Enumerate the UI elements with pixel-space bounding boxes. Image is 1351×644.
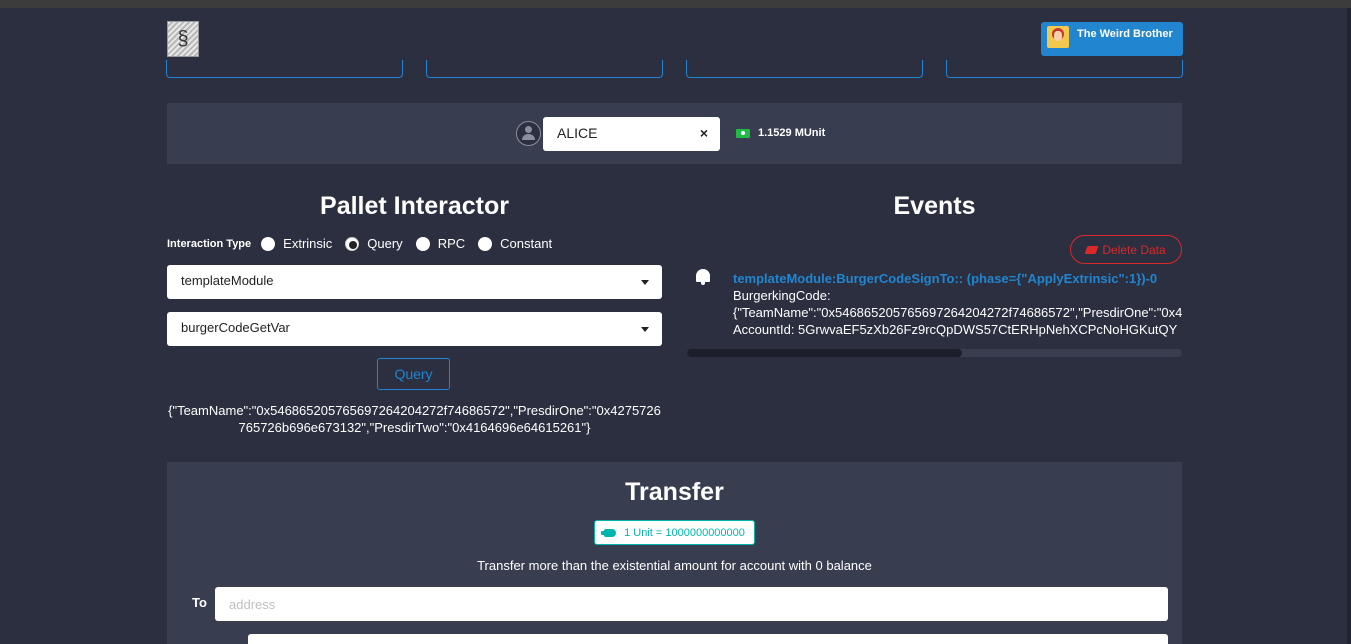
eraser-icon xyxy=(1084,245,1099,254)
balance-value: 1.1529 MUnit xyxy=(758,127,826,139)
radio-button[interactable] xyxy=(478,236,493,251)
event-line: {"TeamName":"0x546865205765697264204272f… xyxy=(733,305,1182,320)
to-label: To xyxy=(192,595,207,610)
account-select-value: ALICE xyxy=(557,125,598,141)
callable-dropdown-value: burgerCodeGetVar xyxy=(181,320,290,335)
event-title: templateModule:BurgerCodeSignTo:: (phase… xyxy=(733,271,1158,286)
radio-rpc[interactable]: RPC xyxy=(415,236,466,251)
app-logo[interactable]: § xyxy=(167,21,199,57)
query-result: {"TeamName":"0x546865205765697264204272f… xyxy=(168,403,661,435)
page-scrollbar[interactable] xyxy=(1347,8,1351,644)
interaction-type-label: Interaction Type xyxy=(167,237,252,250)
pallet-interactor-title: Pallet Interactor xyxy=(320,192,509,220)
radio-query[interactable]: Query xyxy=(345,236,403,251)
unit-badge-label: 1 Unit = 1000000000000 xyxy=(624,526,745,539)
unit-badge: 1 Unit = 1000000000000 xyxy=(594,520,755,545)
money-icon xyxy=(736,128,750,138)
radio-constant[interactable]: Constant xyxy=(478,236,552,251)
event-line: AccountId: 5GrwvaEF5zXb26Fz9rcQpDWS57CtE… xyxy=(733,322,1178,337)
event-line: BurgerkingCode: xyxy=(733,288,831,303)
address-input[interactable] xyxy=(215,587,1168,621)
hand-point-right-icon xyxy=(601,528,617,537)
avatar xyxy=(1047,26,1069,48)
bell-icon xyxy=(695,268,711,286)
radio-button[interactable] xyxy=(261,236,276,251)
account-name: The Weird Brother xyxy=(1077,28,1173,40)
top-card-4[interactable] xyxy=(946,60,1183,78)
user-icon xyxy=(516,121,541,146)
callable-dropdown[interactable]: burgerCodeGetVar xyxy=(167,312,662,346)
browser-top-bar xyxy=(0,0,1351,8)
transfer-title: Transfer xyxy=(625,478,724,506)
radio-label: Query xyxy=(367,236,403,251)
delete-data-button[interactable]: Delete Data xyxy=(1070,235,1182,264)
event-scroll-thumb[interactable] xyxy=(687,349,962,357)
delete-data-label: Delete Data xyxy=(1102,242,1166,257)
query-button[interactable]: Query xyxy=(377,358,450,390)
chevron-down-icon xyxy=(641,280,649,285)
top-card-3[interactable] xyxy=(686,60,923,78)
radio-button-checked[interactable] xyxy=(345,236,360,251)
event-feed: templateModule:BurgerCodeSignTo:: (phase… xyxy=(733,270,1182,338)
logo-icon: § xyxy=(177,28,189,50)
transfer-note: Transfer more than the existential amoun… xyxy=(477,558,872,573)
radio-button[interactable] xyxy=(415,236,430,251)
module-dropdown[interactable]: templateModule xyxy=(167,265,662,299)
events-title: Events xyxy=(893,192,976,220)
module-dropdown-value: templateModule xyxy=(181,273,274,288)
account-select[interactable]: ALICE × xyxy=(543,117,720,151)
top-card-1[interactable] xyxy=(166,60,403,78)
chevron-down-icon xyxy=(641,327,649,332)
interaction-type-group: Interaction Type Extrinsic Query RPC Con… xyxy=(167,236,565,251)
radio-label: RPC xyxy=(437,236,466,251)
radio-label: Extrinsic xyxy=(283,236,333,251)
account-button[interactable]: The Weird Brother xyxy=(1041,22,1183,56)
close-icon[interactable]: × xyxy=(700,125,708,141)
top-card-2[interactable] xyxy=(426,60,663,78)
radio-extrinsic[interactable]: Extrinsic xyxy=(261,236,332,251)
amount-input[interactable] xyxy=(248,634,1168,644)
balance-label: 1.1529 MUnit xyxy=(736,127,825,139)
radio-label: Constant xyxy=(500,236,553,251)
